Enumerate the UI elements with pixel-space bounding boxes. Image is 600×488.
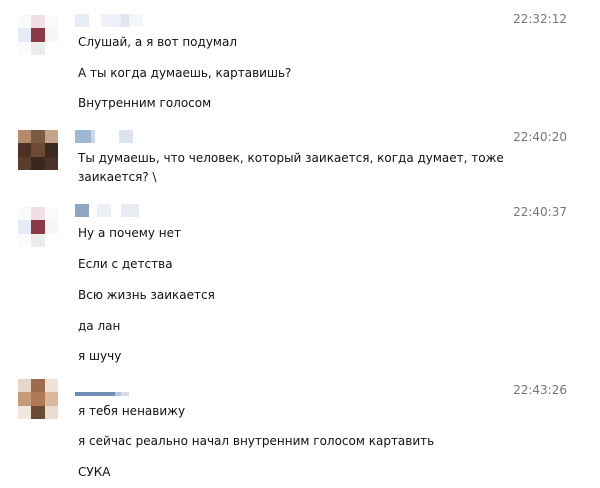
avatar[interactable] [18, 379, 58, 419]
message-timestamp: 22:40:37 [513, 205, 567, 219]
message-text: я шучу [78, 349, 122, 363]
sender-name[interactable] [75, 14, 143, 27]
sender-name[interactable] [75, 204, 139, 217]
avatar[interactable] [18, 207, 58, 247]
message-text: СУКА [78, 465, 111, 479]
message-timestamp: 22:32:12 [513, 12, 567, 26]
message-text: Ну а почему нет [78, 226, 181, 240]
message-text: А ты когда думаешь, картавишь? [78, 66, 292, 80]
message-text: я сейчас реально начал внутренним голосо… [78, 434, 435, 448]
message-text: заикается? \ [78, 170, 157, 184]
sender-name[interactable] [75, 130, 133, 143]
message-timestamp: 22:40:20 [513, 130, 567, 144]
message-text: Внутренним голосом [78, 96, 212, 110]
message-timestamp: 22:43:26 [513, 383, 567, 397]
avatar[interactable] [18, 15, 58, 55]
message-text: Всю жизнь заикается [78, 288, 215, 302]
message-text: да лан [78, 319, 121, 333]
message-text: я тебя ненавижу [78, 404, 186, 418]
message-text: Если с детства [78, 257, 173, 271]
message-text: Ты думаешь, что человек, который заикает… [78, 151, 504, 165]
message-text: Слушай, а я вот подумал [78, 35, 237, 49]
avatar[interactable] [18, 130, 58, 170]
